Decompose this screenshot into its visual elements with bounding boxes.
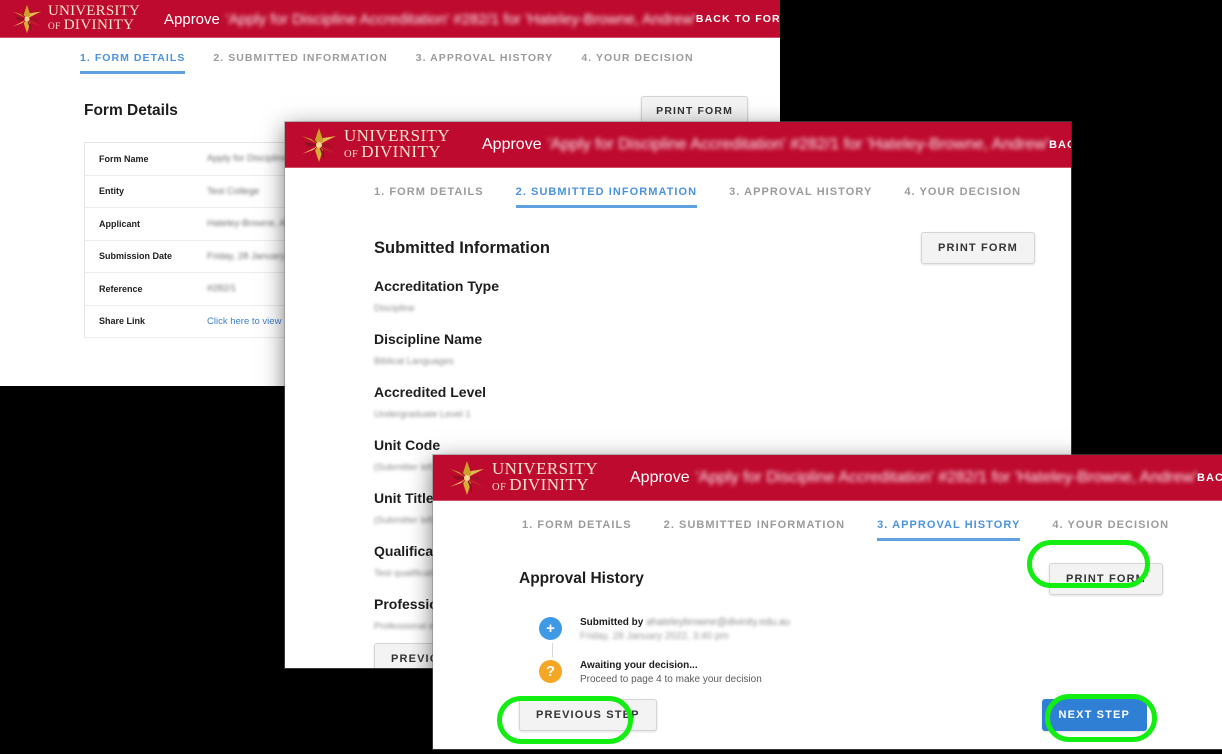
field-label: Discipline Name: [374, 331, 483, 347]
brand-line-divinity: OF DIVINITY: [48, 18, 140, 34]
brand-divinity-word: DIVINITY: [509, 474, 589, 494]
field-value: Discipline: [374, 303, 415, 314]
tab-your-decision[interactable]: 4. YOUR DECISION: [581, 52, 693, 74]
page-header-title: Approve 'Apply for Discipline Accreditat…: [630, 469, 1197, 487]
approve-subject: 'Apply for Discipline Accreditation' #28…: [695, 469, 1197, 486]
detail-value: #282/1: [207, 283, 237, 295]
page-heading-row: Submitted Information PRINT FORM: [374, 232, 1035, 264]
brand-divinity-word: DIVINITY: [63, 17, 135, 33]
brand-wordmark: UNIVERSITY OF DIVINITY: [48, 4, 140, 34]
step-tabs: 1. FORM DETAILS 2. SUBMITTED INFORMATION…: [522, 519, 1222, 541]
approval-history-timeline: + Submitted by ahateleybrowne@divinity.e…: [539, 617, 1222, 685]
brand-wordmark: UNIVERSITY OF DIVINITY: [344, 127, 450, 163]
approve-subject: 'Apply for Discipline Accreditation' #28…: [547, 136, 1049, 153]
tab-form-details[interactable]: 1. FORM DETAILS: [374, 186, 484, 208]
tab-approval-history[interactable]: 3. APPROVAL HISTORY: [729, 186, 872, 208]
page-header-title: Approve 'Apply for Discipline Accreditat…: [164, 11, 696, 28]
app-header-bar: UNIVERSITY OF DIVINITY Approve 'Apply for…: [0, 0, 780, 38]
brand-logo: UNIVERSITY OF DIVINITY: [10, 4, 140, 34]
timeline-entry-prefix: Awaiting your decision...: [580, 660, 698, 671]
plus-icon: +: [539, 617, 562, 640]
timeline-entry-timestamp: Friday, 28 January 2022, 3:40 pm: [580, 631, 729, 642]
detail-label: Reference: [99, 283, 143, 294]
list-item: ? Awaiting your decision... Proceed to p…: [539, 660, 1222, 685]
brand-divinity-word: DIVINITY: [361, 141, 441, 161]
field-label: Accredited Level: [374, 384, 487, 400]
brand-line-university: UNIVERSITY: [48, 3, 140, 19]
share-link[interactable]: Click here to view: [207, 316, 281, 327]
detail-label: Share Link: [99, 316, 146, 327]
step-footer: PREVIOUS STEP NEXT STEP: [433, 699, 1222, 731]
previous-step-button[interactable]: PREVIOUS STEP: [519, 699, 657, 731]
timeline-entry-title: Submitted by ahateleybrowne@divinity.edu…: [580, 617, 790, 628]
timeline-entry-subtext: Proceed to page 4 to make your decision: [580, 674, 762, 685]
screenshot-stage: UNIVERSITY OF DIVINITY Approve 'Apply for…: [0, 0, 1222, 754]
next-step-button[interactable]: NEXT STEP: [1041, 699, 1147, 731]
tab-submitted-information[interactable]: 2. SUBMITTED INFORMATION: [664, 519, 845, 541]
detail-label: Submission Date: [99, 251, 173, 262]
university-of-divinity-starburst-logo-icon: [10, 4, 44, 34]
brand-of-word: OF: [492, 481, 507, 493]
tab-approval-history[interactable]: 3. APPROVAL HISTORY: [877, 519, 1021, 541]
page-title: Submitted Information: [374, 238, 550, 257]
app-header-bar: UNIVERSITY OF DIVINITY Approve 'Apply for…: [433, 455, 1222, 501]
page-header-title: Approve 'Apply for Discipline Accreditat…: [482, 136, 1049, 154]
window-approval-history: UNIVERSITY OF DIVINITY Approve 'Apply for…: [433, 455, 1222, 749]
tab-form-details[interactable]: 1. FORM DETAILS: [522, 519, 632, 541]
field-label: Accreditation Type: [374, 278, 499, 294]
back-to-forms-link[interactable]: BACK TO FORMS: [696, 13, 780, 25]
tab-your-decision[interactable]: 4. YOUR DECISION: [1052, 519, 1169, 541]
timeline-entry-title: Awaiting your decision...: [580, 660, 762, 671]
brand-wordmark: UNIVERSITY OF DIVINITY: [492, 460, 598, 496]
back-to-forms-link[interactable]: BACK TO FORMS: [1197, 472, 1222, 484]
tab-submitted-information[interactable]: 2. SUBMITTED INFORMATION: [515, 186, 698, 208]
brand-logo: UNIVERSITY OF DIVINITY: [447, 460, 598, 496]
approve-word: Approve: [164, 10, 220, 28]
field-value: Biblical Languages: [374, 356, 454, 367]
page-title: Form Details: [84, 102, 178, 119]
brand-logo: UNIVERSITY OF DIVINITY: [299, 127, 450, 163]
brand-of-word: OF: [344, 148, 359, 160]
brand-line-divinity: OF DIVINITY: [344, 141, 450, 163]
field-value: Undergraduate Level 1: [374, 409, 471, 420]
step-tabs: 1. FORM DETAILS 2. SUBMITTED INFORMATION…: [374, 186, 1071, 208]
university-of-divinity-starburst-logo-icon: [447, 460, 487, 496]
tab-approval-history[interactable]: 3. APPROVAL HISTORY: [416, 52, 554, 74]
brand-line-divinity: OF DIVINITY: [492, 474, 598, 496]
page-heading-row: Approval History PRINT FORM: [519, 563, 1163, 595]
question-mark-icon: ?: [539, 660, 562, 683]
detail-label: Form Name: [99, 153, 149, 164]
approve-subject: 'Apply for Discipline Accreditation' #28…: [225, 10, 696, 28]
print-form-button[interactable]: PRINT FORM: [1049, 563, 1163, 595]
timeline-entry-body: Submitted by ahateleybrowne@divinity.edu…: [580, 617, 790, 642]
timeline-entry-submitter-email: ahateleybrowne@divinity.edu.au: [646, 617, 791, 628]
back-to-forms-link[interactable]: BACK TO FORMS: [1049, 139, 1071, 151]
step-tabs: 1. FORM DETAILS 2. SUBMITTED INFORMATION…: [80, 52, 780, 74]
page-title: Approval History: [519, 570, 644, 587]
detail-label: Entity: [99, 186, 125, 197]
detail-label: Applicant: [99, 218, 141, 229]
university-of-divinity-starburst-logo-icon: [299, 127, 339, 163]
approve-word: Approve: [630, 469, 690, 486]
list-item: + Submitted by ahateleybrowne@divinity.e…: [539, 617, 1222, 642]
timeline-entry-prefix: Submitted by: [580, 617, 647, 628]
timeline-entry-body: Awaiting your decision... Proceed to pag…: [580, 660, 762, 685]
tab-your-decision[interactable]: 4. YOUR DECISION: [904, 186, 1021, 208]
tab-submitted-information[interactable]: 2. SUBMITTED INFORMATION: [213, 52, 387, 74]
detail-value: Test College: [207, 185, 260, 197]
app-header-bar: UNIVERSITY OF DIVINITY Approve 'Apply for…: [285, 122, 1071, 168]
print-form-button[interactable]: PRINT FORM: [921, 232, 1035, 264]
tab-form-details[interactable]: 1. FORM DETAILS: [80, 52, 186, 74]
field-label: Unit Code: [374, 437, 441, 453]
approve-word: Approve: [482, 136, 542, 153]
brand-of-word: OF: [48, 22, 61, 32]
